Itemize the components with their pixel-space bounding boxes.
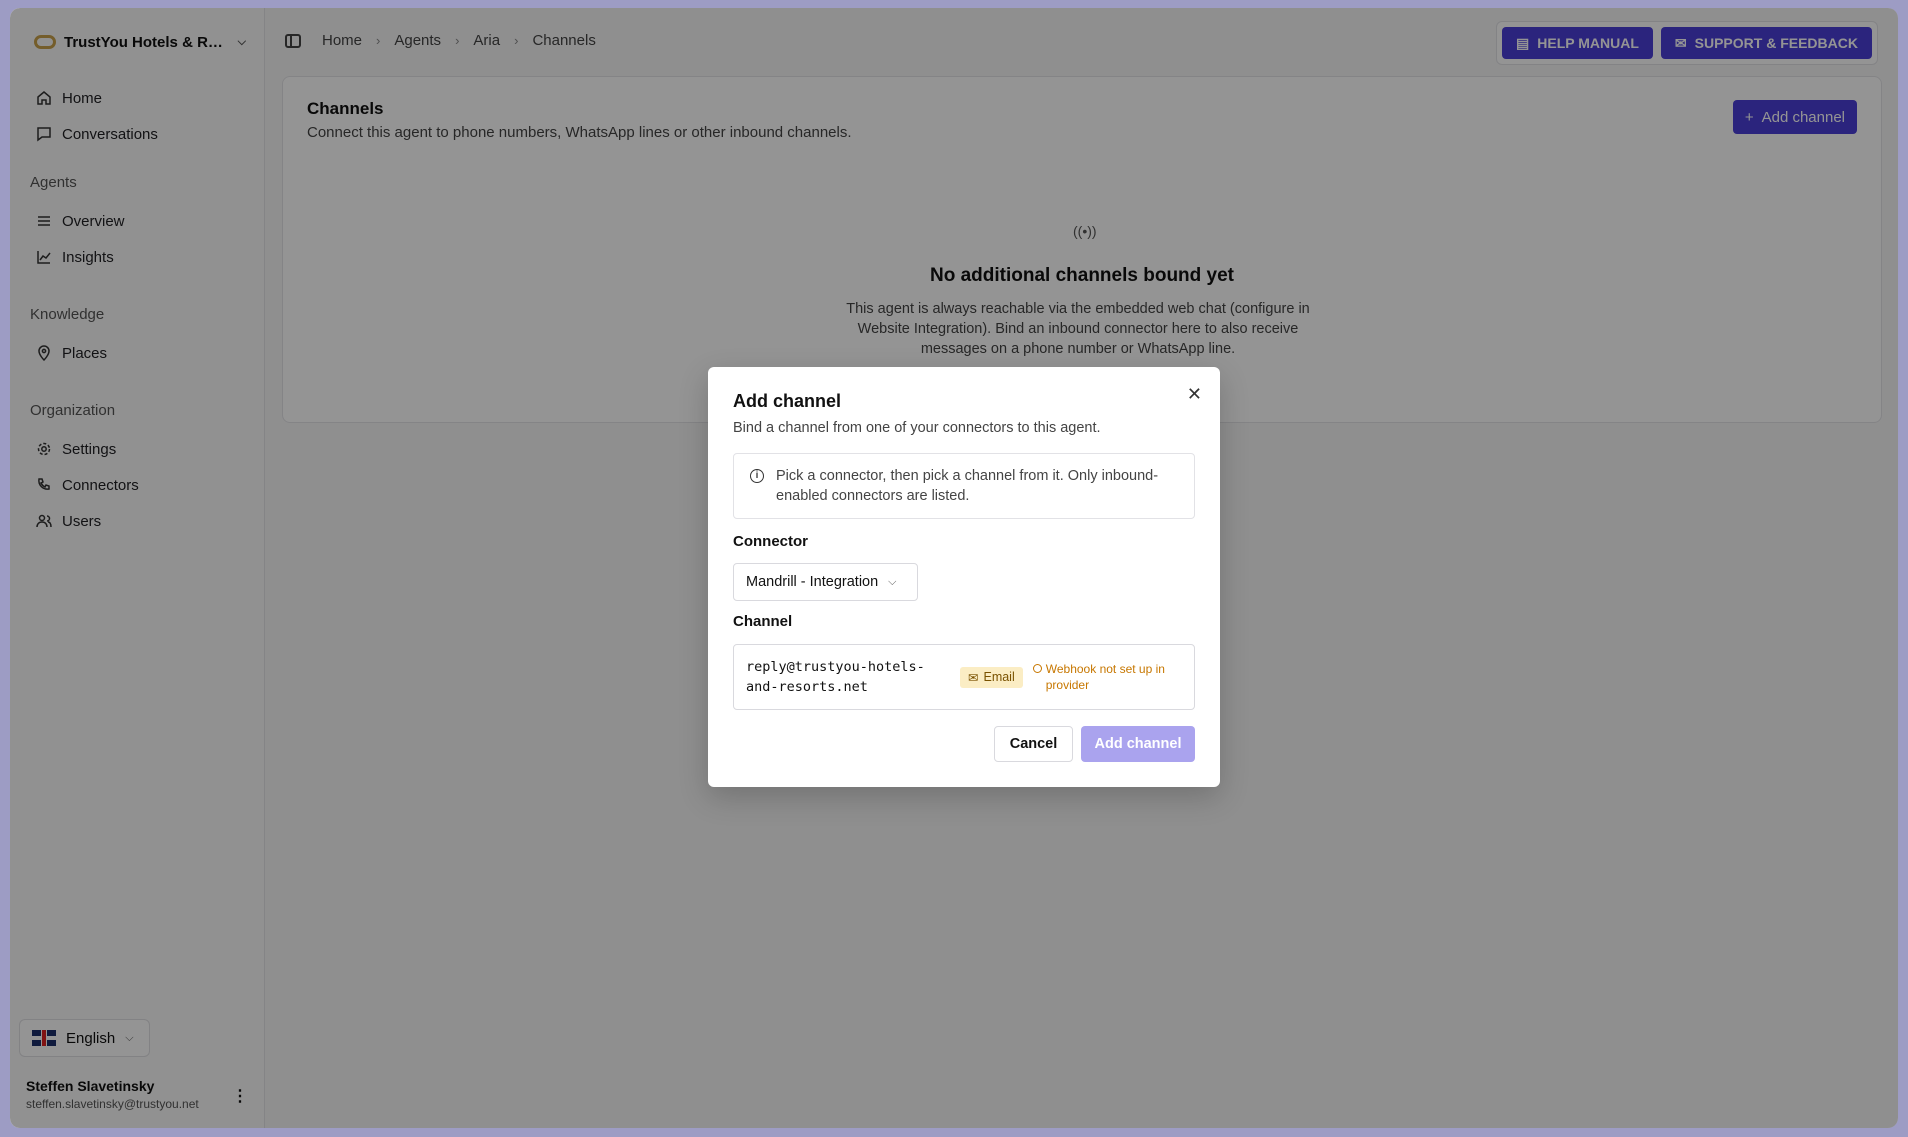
email-badge: ✉ Email	[960, 666, 1023, 688]
cancel-button[interactable]: Cancel	[994, 726, 1073, 762]
connector-value: Mandrill - Integration	[746, 574, 879, 590]
close-icon[interactable]: ✕	[1187, 385, 1202, 403]
info-callout: i Pick a connector, then pick a channel …	[733, 453, 1195, 519]
mail-icon: ✉	[968, 670, 979, 685]
warning-icon	[1032, 664, 1042, 673]
add-channel-submit-button[interactable]: Add channel	[1081, 726, 1195, 762]
channel-address: reply@trustyou-hotels-and-resorts.net	[746, 659, 925, 695]
app-window: TrustYou Hotels & Resorts ⌵ Home Convers…	[10, 8, 1898, 1128]
chevron-down-icon: ⌵	[888, 575, 897, 588]
webhook-warning: Webhook not set up in provider	[1032, 661, 1173, 693]
dialog-subtitle: Bind a channel from one of your connecto…	[733, 420, 1101, 436]
connector-select[interactable]: Mandrill - Integration ⌵	[733, 563, 918, 601]
webhook-warning-text: Webhook not set up in provider	[1045, 662, 1165, 692]
connector-label: Connector	[733, 533, 808, 550]
add-channel-dialog: Add channel ✕ Bind a channel from one of…	[708, 367, 1220, 787]
channel-label: Channel	[733, 613, 793, 630]
channel-option[interactable]: reply@trustyou-hotels-and-resorts.net ✉ …	[733, 644, 1195, 710]
info-text: Pick a connector, then pick a channel fr…	[776, 468, 1159, 504]
dialog-title: Add channel	[733, 391, 842, 411]
email-badge-label: Email	[983, 670, 1015, 684]
info-icon: i	[750, 469, 764, 483]
